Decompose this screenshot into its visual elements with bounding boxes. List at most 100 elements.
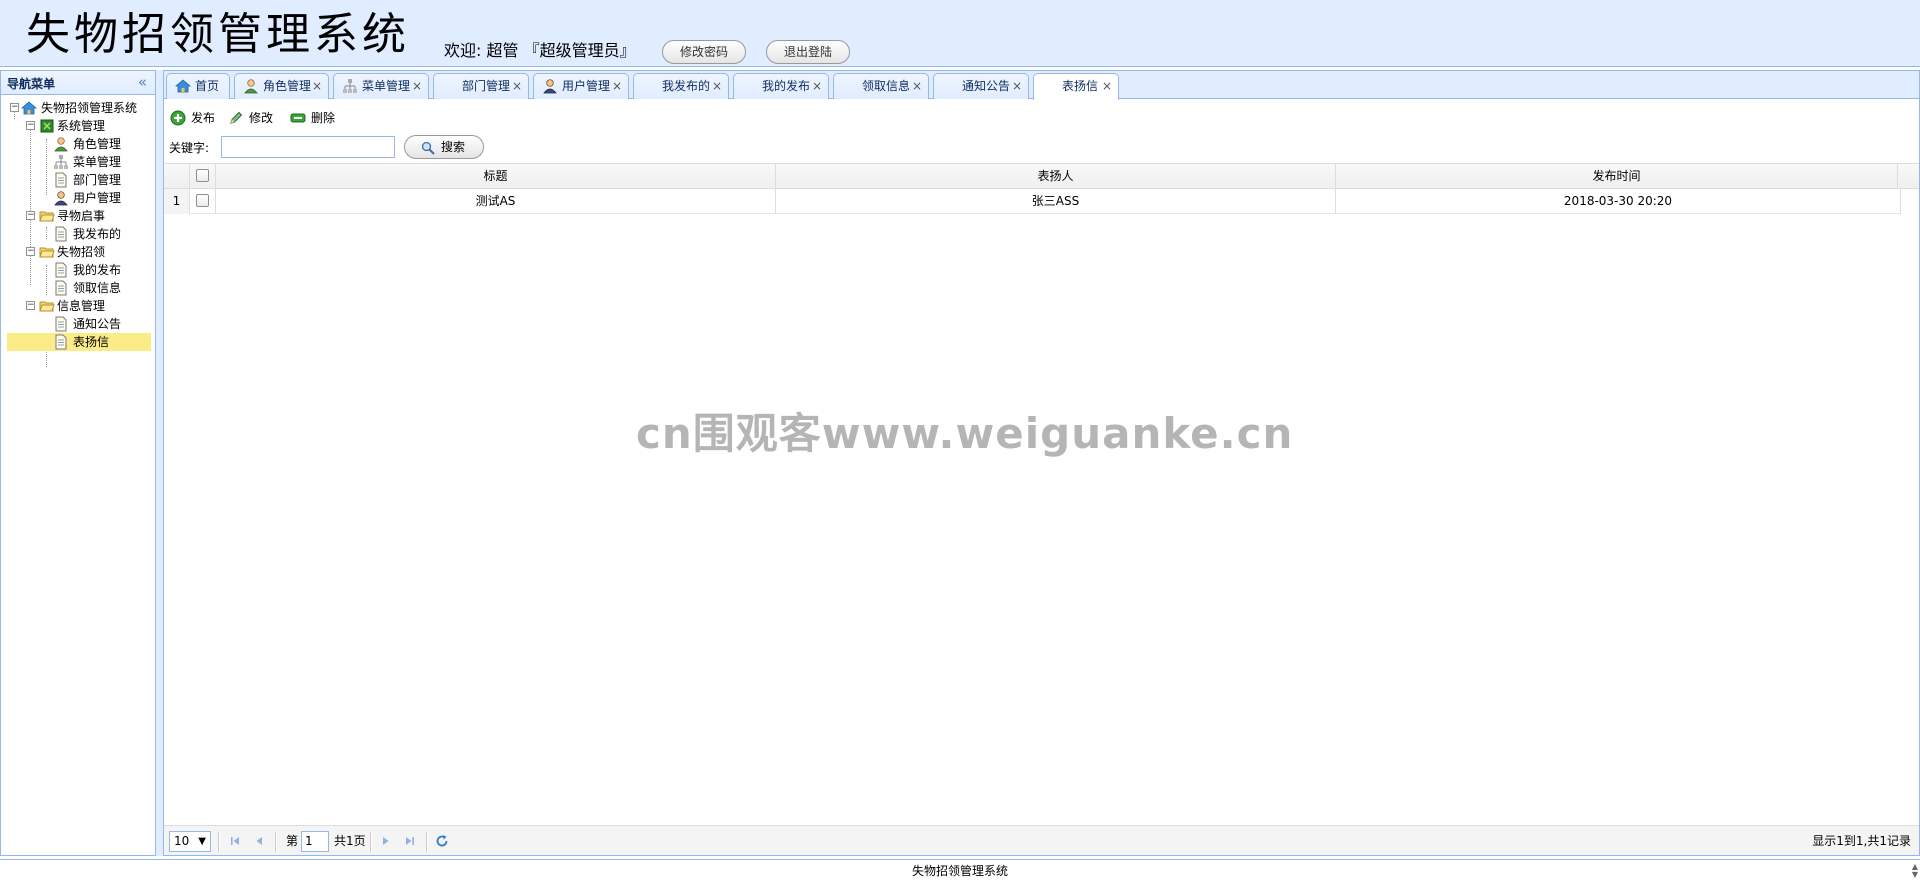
column-header-time[interactable]: 发布时间 xyxy=(1336,164,1898,189)
tab-praise-letter[interactable]: 表扬信 × xyxy=(1033,73,1119,100)
column-header-title[interactable]: 标题 xyxy=(216,164,776,189)
tab-label: 领取信息 xyxy=(862,79,911,93)
document-icon xyxy=(53,280,69,296)
publish-button[interactable]: 发布 xyxy=(170,107,218,129)
row-select[interactable] xyxy=(190,189,216,214)
tab-user-management[interactable]: 用户管理 × xyxy=(533,73,629,99)
tab-bar: 首页 角色管理 × 菜单管理 × 部门管理 × 用户管理 × 我发布的 × 我的… xyxy=(164,71,1919,100)
tree-collapse-toggle[interactable]: − xyxy=(26,247,35,256)
tree-group-system[interactable]: − 系统管理 xyxy=(1,117,155,135)
tree-group-info[interactable]: − 信息管理 xyxy=(1,297,155,315)
change-password-button[interactable]: 修改密码 xyxy=(662,40,746,64)
tree-item-label: 我的发布 xyxy=(73,263,122,277)
tab-role-management[interactable]: 角色管理 × xyxy=(234,73,329,99)
row-number: 1 xyxy=(164,189,190,214)
tab-home[interactable]: 首页 xyxy=(166,73,230,99)
close-icon[interactable]: × xyxy=(912,74,922,98)
close-icon[interactable]: × xyxy=(1012,74,1022,98)
tab-label: 角色管理 xyxy=(263,79,312,93)
tab-label: 用户管理 xyxy=(562,79,611,93)
document-icon xyxy=(53,334,69,350)
close-icon[interactable]: × xyxy=(512,74,522,98)
column-header-praiser[interactable]: 表扬人 xyxy=(776,164,1336,189)
tab-label: 菜单管理 xyxy=(362,79,411,93)
tree-item-my-publish[interactable]: 我的发布 xyxy=(1,261,155,279)
delete-label: 删除 xyxy=(311,111,336,125)
tab-notice[interactable]: 通知公告 × xyxy=(933,73,1029,99)
document-icon xyxy=(53,262,69,278)
close-icon[interactable]: × xyxy=(812,74,822,98)
tab-department-management[interactable]: 部门管理 × xyxy=(433,73,529,99)
select-all-checkbox[interactable] xyxy=(196,168,209,182)
refresh-icon[interactable] xyxy=(434,833,450,849)
tree-collapse-toggle[interactable]: − xyxy=(26,301,35,310)
prev-page-icon[interactable] xyxy=(251,833,267,849)
folder-open-icon xyxy=(39,244,55,260)
tree-item-label: 通知公告 xyxy=(73,317,122,331)
page-size-select[interactable]: 10 ▼ xyxy=(169,831,211,852)
header-select-all[interactable] xyxy=(190,164,216,189)
page-number-input[interactable]: 1 xyxy=(301,831,329,852)
close-icon[interactable]: × xyxy=(312,74,322,98)
nav-menu-title: 导航菜单 xyxy=(7,77,56,91)
next-page-icon[interactable] xyxy=(378,833,394,849)
pager-separator xyxy=(275,832,277,852)
tab-label: 通知公告 xyxy=(962,79,1011,93)
tree-item-label: 领取信息 xyxy=(73,281,122,295)
scroll-arrows-icon[interactable]: ▲ ▼ xyxy=(1912,863,1918,879)
tree-item-menu[interactable]: 菜单管理 xyxy=(1,153,155,171)
tree-item-label: 菜单管理 xyxy=(73,155,122,169)
page-total: 共1页 xyxy=(334,834,366,848)
tree-collapse-toggle[interactable]: − xyxy=(26,121,35,130)
panel-splitter[interactable] xyxy=(156,70,163,856)
user-icon xyxy=(53,136,69,152)
tree-item-label: 用户管理 xyxy=(73,191,122,205)
tree-item-role[interactable]: 角色管理 xyxy=(1,135,155,153)
delete-button[interactable]: 删除 xyxy=(290,107,338,129)
close-icon[interactable]: × xyxy=(1102,74,1112,98)
pager-separator xyxy=(426,832,428,852)
tree-collapse-toggle[interactable]: − xyxy=(10,103,19,112)
close-icon[interactable]: × xyxy=(612,74,622,98)
cell-title: 测试AS xyxy=(216,189,776,214)
first-page-icon[interactable] xyxy=(227,833,243,849)
tab-menu-management[interactable]: 菜单管理 × xyxy=(333,73,429,99)
tree-item-my-posted[interactable]: 我发布的 xyxy=(1,225,155,243)
tree-item-claim-info[interactable]: 领取信息 xyxy=(1,279,155,297)
tree-group-label: 系统管理 xyxy=(57,119,106,133)
tree-collapse-toggle[interactable]: − xyxy=(26,211,35,220)
grid-green-icon xyxy=(39,118,55,134)
close-icon[interactable]: × xyxy=(712,74,722,98)
tree-group-label: 信息管理 xyxy=(57,299,106,313)
tree-group-lost[interactable]: − 寻物启事 xyxy=(1,207,155,225)
main-panel: 首页 角色管理 × 菜单管理 × 部门管理 × 用户管理 × 我发布的 × 我的… xyxy=(163,70,1920,856)
last-page-icon[interactable] xyxy=(402,833,418,849)
tree-group-found[interactable]: − 失物招领 xyxy=(1,243,155,261)
logout-button[interactable]: 退出登陆 xyxy=(766,40,850,64)
sitemap-icon xyxy=(53,154,69,170)
double-chevron-left-icon[interactable]: « xyxy=(138,73,147,91)
tree-item-label: 表扬信 xyxy=(73,335,110,349)
tree-item-notice[interactable]: 通知公告 xyxy=(1,315,155,333)
dropdown-arrow-icon: ▼ xyxy=(198,836,206,847)
tree-root[interactable]: − 失物招领管理系统 xyxy=(1,99,155,117)
data-grid: 标题 表扬人 发布时间 1 测试AS 张三ASS 2018-03-30 20:2… xyxy=(164,163,1919,825)
tab-my-posted[interactable]: 我发布的 × xyxy=(633,73,729,99)
tree-group-label: 失物招领 xyxy=(57,245,106,259)
keyword-input[interactable] xyxy=(221,136,395,158)
user-dark-icon xyxy=(53,190,69,206)
app-title: 失物招领管理系统 xyxy=(26,9,410,60)
tab-my-publish[interactable]: 我的发布 × xyxy=(733,73,829,99)
tree-item-user[interactable]: 用户管理 xyxy=(1,189,155,207)
tab-claim-info[interactable]: 领取信息 × xyxy=(833,73,929,99)
row-checkbox[interactable] xyxy=(196,193,209,207)
edit-button[interactable]: 修改 xyxy=(228,107,276,129)
tab-label: 部门管理 xyxy=(462,79,511,93)
page-size-value: 10 xyxy=(174,834,190,848)
tree-item-praise-letter[interactable]: 表扬信 xyxy=(7,333,151,351)
pager-separator xyxy=(370,832,372,852)
close-icon[interactable]: × xyxy=(412,74,422,98)
search-button[interactable]: 搜索 xyxy=(404,135,484,159)
table-row[interactable]: 1 测试AS 张三ASS 2018-03-30 20:20 xyxy=(164,189,1901,214)
tree-item-department[interactable]: 部门管理 xyxy=(1,171,155,189)
